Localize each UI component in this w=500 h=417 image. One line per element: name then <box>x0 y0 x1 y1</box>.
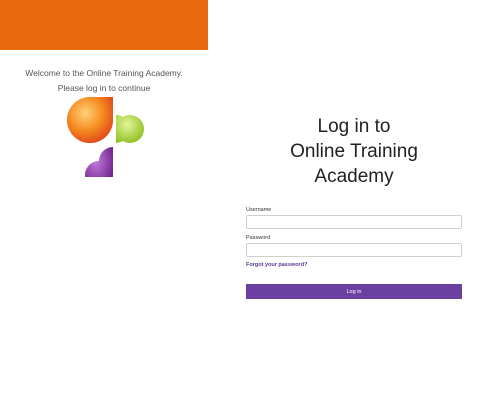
forgot-password-link[interactable]: Forgot your password? <box>246 262 462 268</box>
welcome-message: Welcome to the Online Training Academy. … <box>0 66 208 96</box>
title-line-1: Log in to <box>317 116 391 137</box>
welcome-line-1: Welcome to the Online Training Academy. <box>25 68 183 78</box>
password-field[interactable] <box>246 243 462 257</box>
login-panel: Log in to Online Training Academy Userna… <box>208 0 500 417</box>
welcome-panel: Welcome to the Online Training Academy. … <box>0 0 208 417</box>
abstract-fruit-logo-icon <box>67 97 144 177</box>
password-label: Password <box>246 235 271 241</box>
login-form: Username Password Forgot your password? <box>246 207 462 268</box>
page-title: Log in to Online Training Academy <box>208 114 500 189</box>
title-line-3: Academy <box>314 166 394 187</box>
welcome-line-2: Please log in to continue <box>57 83 151 93</box>
title-line-2: Online Training <box>290 141 418 162</box>
username-label: Username <box>246 207 272 213</box>
login-button[interactable]: Log in <box>246 284 462 299</box>
orange-banner <box>0 0 208 50</box>
username-field[interactable] <box>246 215 462 229</box>
